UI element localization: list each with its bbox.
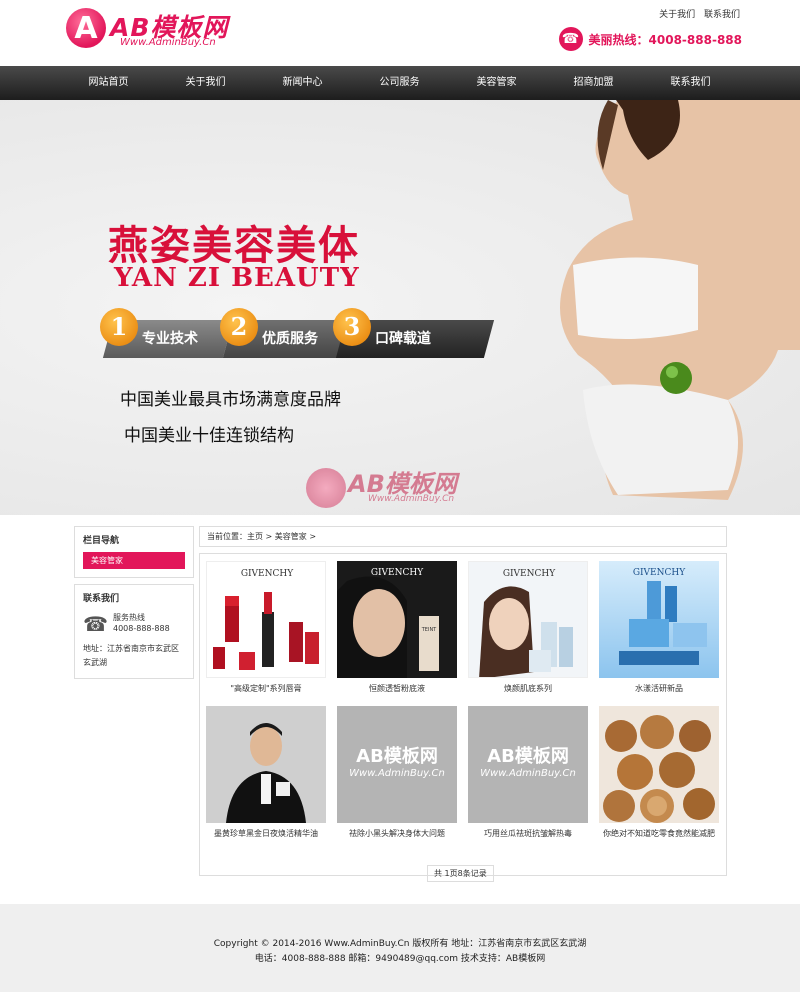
svg-text:GIVENCHY: GIVENCHY [503, 569, 556, 579]
top-link-about[interactable]: 关于我们 [659, 10, 695, 20]
placeholder-logo: AB模板网 [487, 746, 569, 767]
product-caption[interactable]: 恒颜透皙粉底液 [337, 678, 457, 700]
sidebar-address: 地址：江苏省南京市玄武区玄武湖 [83, 644, 179, 667]
product-card[interactable]: 你绝对不知道吃零食竟然能减肥 [599, 706, 719, 845]
logo-url: Www.AdminBuy.Cn [120, 37, 216, 48]
hotline: ☎ 美丽热线：4008-888-888 [558, 26, 742, 52]
sidebar-nav-title: 栏目导航 [83, 536, 120, 546]
product-image[interactable] [206, 706, 326, 823]
footer: Copyright © 2014-2016 Www.AdminBuy.Cn 版权… [0, 904, 800, 992]
product-image[interactable]: GIVENCHY [599, 561, 719, 678]
product-card[interactable]: GIVENCHY TEINT 恒颜透皙粉底液 [337, 561, 457, 700]
nav-item-home[interactable]: 网站首页 [60, 66, 157, 100]
nav-item-beauty[interactable]: 美容管家 [448, 66, 545, 100]
placeholder-logo: AB模板网 [356, 746, 438, 767]
product-caption[interactable]: 祛除小黑头解决身体大问题 [337, 823, 457, 845]
svg-text:GIVENCHY: GIVENCHY [633, 568, 686, 578]
sidebar: 栏目导航 美容管家 联系我们 ☎ 服务热线 4008-888-888 地址：江苏… [74, 526, 194, 685]
product-image[interactable]: GIVENCHY [206, 561, 326, 678]
top-links: 关于我们 联系我们 [653, 7, 740, 20]
product-card[interactable]: AB模板网 Www.AdminBuy.Cn 祛除小黑头解决身体大问题 [337, 706, 457, 845]
pagination: 共 1页8条记录 [427, 865, 494, 882]
breadcrumb: 当前位置：主页 > 美容管家 > [199, 526, 727, 547]
nav-item-news[interactable]: 新闻中心 [254, 66, 351, 100]
feature-number: 3 [333, 308, 371, 346]
logo-circle-icon: A [66, 8, 106, 48]
product-image[interactable]: AB模板网 Www.AdminBuy.Cn [337, 706, 457, 823]
product-image[interactable]: GIVENCHY [468, 561, 588, 678]
slogan-2: 中国美业十佳连锁结构 [124, 426, 294, 446]
main-content: 当前位置：主页 > 美容管家 > GIVENCHY "高级定制"系列唇膏 GIV… [199, 526, 727, 876]
svg-text:TEINT: TEINT [421, 627, 437, 633]
svg-text:GIVENCHY: GIVENCHY [371, 568, 424, 578]
nav-item-services[interactable]: 公司服务 [351, 66, 448, 100]
footer-copyright: Copyright © 2014-2016 Www.AdminBuy.Cn 版权… [213, 939, 587, 949]
feature-number: 2 [220, 308, 258, 346]
product-caption[interactable]: 你绝对不知道吃零食竟然能减肥 [599, 823, 719, 845]
product-image[interactable]: GIVENCHY TEINT [337, 561, 457, 678]
feature-number: 1 [100, 308, 138, 346]
placeholder-url: Www.AdminBuy.Cn [349, 768, 445, 779]
footer-contact: 电话：4008-888-888 邮箱：9490489@qq.com 技术支持：A… [254, 954, 546, 964]
model-image [560, 100, 800, 500]
product-card[interactable]: 墨黄珍草黑金日夜焕活精华油 [206, 706, 326, 845]
hotline-text: 美丽热线：4008-888-888 [588, 32, 742, 47]
product-list: GIVENCHY "高级定制"系列唇膏 GIVENCHY TEINT 恒颜透皙粉… [199, 553, 727, 876]
nav-item-franchise[interactable]: 招商加盟 [545, 66, 642, 100]
watermark-logo-icon [306, 468, 346, 508]
svg-text:GIVENCHY: GIVENCHY [241, 569, 294, 579]
product-image[interactable] [599, 706, 719, 823]
product-card[interactable]: AB模板网 Www.AdminBuy.Cn 巧用丝瓜祛斑抗皱解热毒 [468, 706, 588, 845]
product-card[interactable]: GIVENCHY "高级定制"系列唇膏 [206, 561, 326, 700]
product-caption[interactable]: 巧用丝瓜祛斑抗皱解热毒 [468, 823, 588, 845]
phone-icon: ☎ [558, 27, 583, 51]
top-link-contact[interactable]: 联系我们 [704, 10, 740, 20]
header: A AB模板网 Www.AdminBuy.Cn 关于我们 联系我们 ☎ 美丽热线… [0, 0, 800, 66]
product-caption[interactable]: 水漾活研新品 [599, 678, 719, 700]
nav-item-about[interactable]: 关于我们 [157, 66, 254, 100]
product-caption[interactable]: 墨黄珍草黑金日夜焕活精华油 [206, 823, 326, 845]
hotline-label: 服务热线 [113, 613, 145, 622]
product-caption[interactable]: 焕颜肌底系列 [468, 678, 588, 700]
site-logo[interactable]: A AB模板网 Www.AdminBuy.Cn [66, 6, 256, 56]
hero-banner[interactable]: 燕姿美容美体 YAN ZI BEAUTY 专业技术 1 优质服务 2 口碑载道 … [0, 100, 800, 515]
telephone-icon: ☎ [83, 612, 108, 636]
product-image[interactable]: AB模板网 Www.AdminBuy.Cn [468, 706, 588, 823]
product-card[interactable]: GIVENCHY 焕颜肌底系列 [468, 561, 588, 700]
product-caption[interactable]: "高级定制"系列唇膏 [206, 678, 326, 700]
slogan-1: 中国美业最具市场满意度品牌 [120, 390, 341, 410]
placeholder-url: Www.AdminBuy.Cn [480, 768, 576, 779]
sidebar-nav-box: 栏目导航 美容管家 [74, 526, 194, 578]
main-nav: 网站首页 关于我们 新闻中心 公司服务 美容管家 招商加盟 联系我们 [0, 66, 800, 100]
product-card[interactable]: GIVENCHY 水漾活研新品 [599, 561, 719, 700]
sidebar-item-beauty[interactable]: 美容管家 [83, 552, 185, 569]
watermark-url: Www.AdminBuy.Cn [368, 494, 455, 504]
brand-english: YAN ZI BEAUTY [114, 263, 360, 293]
banner-watermark: AB模板网 Www.AdminBuy.Cn [306, 460, 506, 510]
sidebar-contact-title: 联系我们 [83, 594, 120, 604]
sidebar-contact-box: 联系我们 ☎ 服务热线 4008-888-888 地址：江苏省南京市玄武区玄武湖 [74, 584, 194, 679]
nav-item-contact[interactable]: 联系我们 [642, 66, 739, 100]
hotline-number: 4008-888-888 [113, 624, 170, 633]
